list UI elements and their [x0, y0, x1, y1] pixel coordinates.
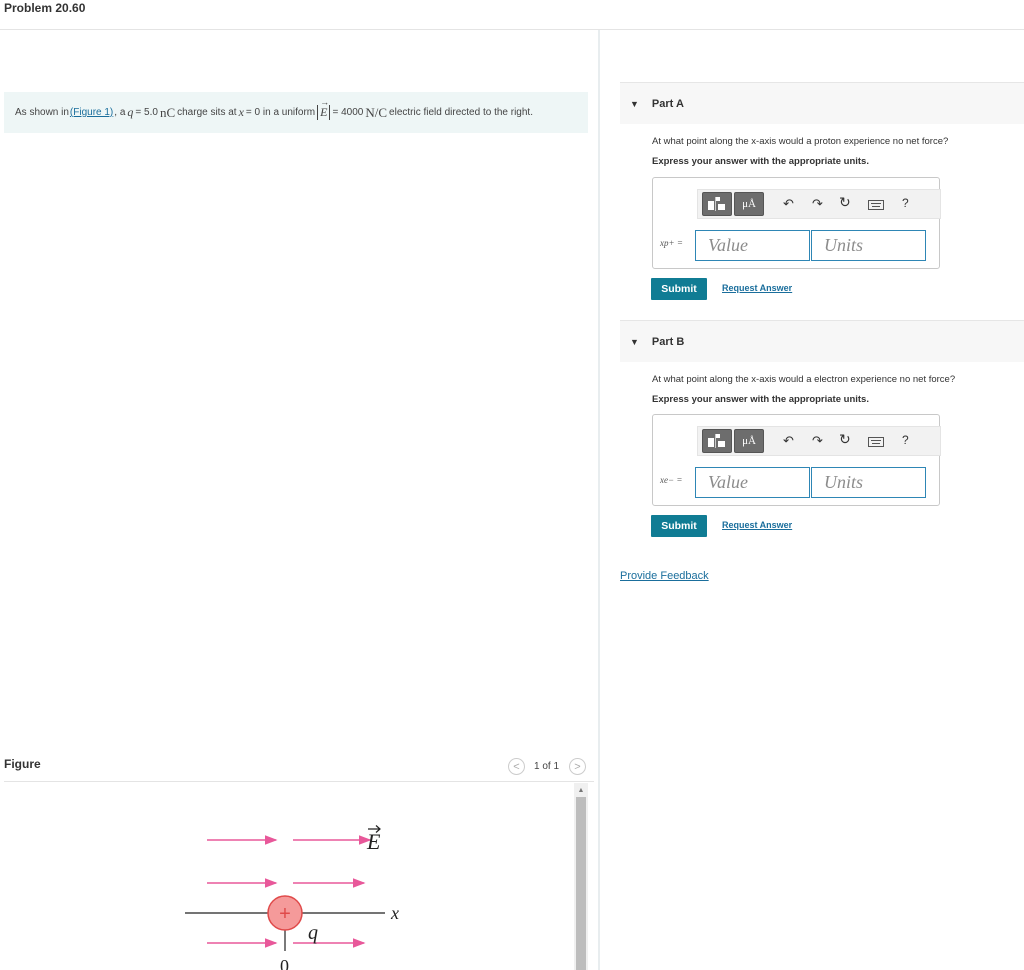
provide-feedback-link[interactable]: Provide Feedback: [620, 570, 709, 582]
part-a-variable-label: xp+ =: [660, 238, 683, 248]
part-b-answer-box: μÅ ↶ ↷ ↻ ? xe− =: [652, 414, 941, 506]
column-divider: [598, 30, 600, 970]
templates-icon: [708, 434, 725, 448]
problem-text: electric field directed to the right.: [389, 107, 533, 118]
redo-arrow-icon[interactable]: ↷: [812, 433, 823, 449]
page-title: Problem 20.60: [4, 1, 86, 15]
figure-divider: [4, 781, 594, 782]
problem-statement: As shown in (Figure 1) , a q = 5.0 nC ch…: [4, 92, 588, 133]
part-b-submit-button[interactable]: Submit: [651, 515, 707, 537]
field-magnitude-symbol: → E: [317, 97, 331, 120]
problem-text: = 0 in a uniform: [245, 107, 316, 118]
part-a-label: Part A: [651, 97, 684, 110]
charge-symbol: q: [127, 105, 134, 119]
figure-next-button[interactable]: >: [569, 758, 586, 775]
part-a-request-answer-link[interactable]: Request Answer: [722, 283, 792, 293]
math-toolbar: μÅ ↶ ↷ ↻ ?: [697, 426, 941, 456]
part-b-units-input[interactable]: [811, 467, 926, 498]
scroll-up-arrow-icon[interactable]: ▲: [574, 783, 588, 797]
problem-text: As shown in: [15, 107, 69, 118]
undo-arrow-icon[interactable]: ↶: [783, 433, 794, 449]
templates-button[interactable]: [702, 429, 732, 453]
help-icon[interactable]: ?: [902, 433, 909, 447]
figure-scrollbar-thumb[interactable]: [576, 797, 586, 970]
problem-text: = 4000: [332, 107, 364, 118]
figure-diagram: + E x q 0: [185, 825, 399, 970]
keyboard-icon[interactable]: [868, 435, 884, 450]
part-b-value-input[interactable]: [695, 467, 810, 498]
reset-icon[interactable]: ↻: [839, 194, 851, 211]
plus-sign: +: [279, 903, 291, 925]
collapse-caret-icon[interactable]: ▼: [630, 99, 639, 109]
part-b-question: At what point along the x-axis would a e…: [652, 374, 956, 385]
part-a-value-input[interactable]: [695, 230, 810, 261]
problem-text: charge sits at: [177, 107, 237, 118]
part-b-variable-label: xe− =: [660, 475, 683, 485]
header-divider: [0, 29, 1024, 30]
field-symbol: E: [320, 105, 328, 119]
axis-label: x: [390, 903, 399, 923]
part-a-question: At what point along the x-axis would a p…: [652, 136, 949, 147]
part-a-submit-button[interactable]: Submit: [651, 278, 707, 300]
templates-icon: [708, 197, 725, 211]
origin-label: 0: [280, 956, 289, 970]
figure-title: Figure: [4, 757, 41, 771]
collapse-caret-icon[interactable]: ▼: [630, 337, 639, 347]
reset-icon[interactable]: ↻: [839, 431, 851, 448]
part-a-header[interactable]: ▼ Part A: [620, 82, 1024, 124]
figure-link[interactable]: (Figure 1): [70, 107, 113, 118]
math-toolbar: μÅ ↶ ↷ ↻ ?: [697, 189, 941, 219]
part-b-label: Part B: [651, 335, 685, 348]
part-a-answer-box: μÅ ↶ ↷ ↻ ? xp+ =: [652, 177, 941, 269]
figure-pager: 1 of 1: [534, 761, 560, 772]
templates-button[interactable]: [702, 192, 732, 216]
charge-unit: nC: [159, 104, 176, 120]
units-button[interactable]: μÅ: [734, 192, 764, 216]
problem-text: = 5.0: [135, 107, 158, 118]
keyboard-icon[interactable]: [868, 198, 884, 213]
part-b-header[interactable]: ▼ Part B: [620, 320, 1024, 362]
undo-arrow-icon[interactable]: ↶: [783, 196, 794, 212]
help-icon[interactable]: ?: [902, 196, 909, 210]
field-label: E: [366, 829, 381, 854]
position-symbol: x: [238, 105, 244, 119]
figure-prev-button[interactable]: <: [508, 758, 525, 775]
problem-text: , a: [114, 107, 126, 118]
part-b-request-answer-link[interactable]: Request Answer: [722, 520, 792, 530]
part-b-instruction: Express your answer with the appropriate…: [652, 394, 869, 405]
charge-label: q: [308, 922, 318, 944]
redo-arrow-icon[interactable]: ↷: [812, 196, 823, 212]
part-a-instruction: Express your answer with the appropriate…: [652, 156, 869, 167]
part-a-units-input[interactable]: [811, 230, 926, 261]
units-button[interactable]: μÅ: [734, 429, 764, 453]
field-unit: N/C: [365, 104, 388, 120]
